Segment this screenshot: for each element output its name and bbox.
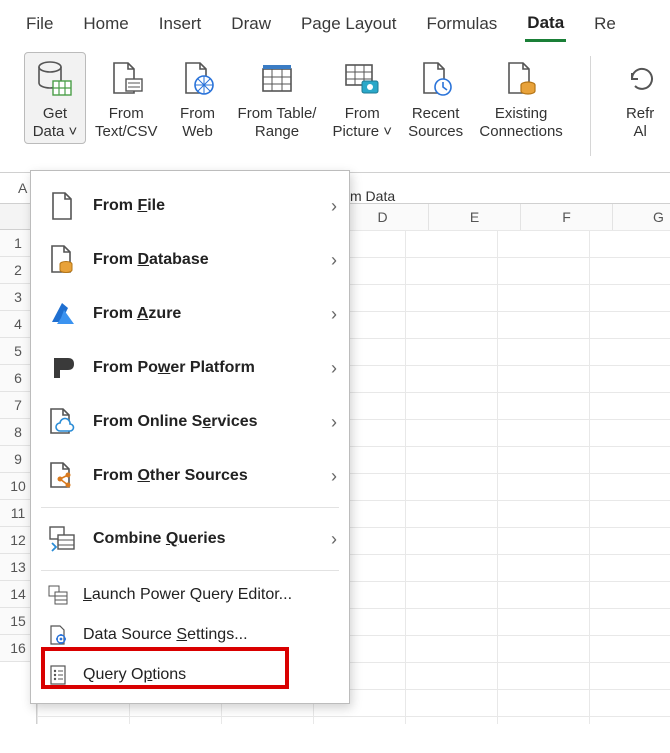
from-table-range-button[interactable]: From Table/Range	[231, 52, 324, 144]
ribbon: GetData ˅ FromText/CSV	[0, 44, 670, 172]
ribbon-group-label: m Data	[350, 188, 395, 204]
tab-file[interactable]: File	[24, 4, 55, 40]
get-data-menu: From File › From Database › From Azure ›…	[30, 170, 350, 704]
tab-formulas[interactable]: Formulas	[424, 4, 499, 40]
menu-from-online-services[interactable]: From Online Services ›	[31, 395, 349, 449]
from-picture-button[interactable]: FromPicture ˅	[325, 52, 399, 144]
menu-combine-queries[interactable]: Combine Queries ›	[31, 512, 349, 566]
menu-from-file[interactable]: From File ›	[31, 179, 349, 233]
tab-data[interactable]: Data	[525, 3, 566, 42]
pq-editor-icon	[47, 584, 69, 606]
col-header[interactable]: G	[613, 204, 670, 230]
refresh-all-button[interactable]: RefrAl	[611, 52, 669, 144]
tab-review-cut[interactable]: Re	[592, 4, 618, 40]
other-sources-icon	[47, 460, 79, 492]
col-header[interactable]: E	[429, 204, 521, 230]
tab-home[interactable]: Home	[81, 4, 130, 40]
ribbon-tabs: File Home Insert Draw Page Layout Formul…	[0, 0, 670, 44]
get-data-label2: Data	[33, 123, 65, 140]
menu-data-source-settings[interactable]: Data Source Settings...	[31, 615, 349, 655]
chevron-right-icon: ›	[331, 412, 337, 433]
existing-connections-button[interactable]: ExistingConnections	[472, 52, 570, 144]
azure-icon	[47, 298, 79, 330]
chevron-right-icon: ›	[331, 466, 337, 487]
file-text-icon	[104, 57, 148, 101]
cloud-file-icon	[47, 406, 79, 438]
ribbon-group-get-transform: GetData ˅ FromText/CSV	[24, 52, 570, 144]
chevron-down-icon: ˅	[379, 123, 392, 140]
existing-connections-icon	[499, 57, 543, 101]
power-platform-icon	[47, 352, 79, 384]
database-file-icon	[47, 244, 79, 276]
recent-file-icon	[414, 57, 458, 101]
query-options-icon	[47, 664, 69, 686]
database-icon	[33, 57, 77, 101]
tab-draw[interactable]: Draw	[229, 4, 273, 40]
chevron-right-icon: ›	[331, 196, 337, 217]
chevron-right-icon: ›	[331, 529, 337, 550]
data-source-settings-icon	[47, 624, 69, 646]
ribbon-separator	[590, 56, 591, 156]
menu-query-options[interactable]: Query Options	[31, 655, 349, 695]
menu-separator	[41, 507, 339, 508]
file-icon	[47, 190, 79, 222]
menu-separator	[41, 570, 339, 571]
tab-page-layout[interactable]: Page Layout	[299, 4, 398, 40]
recent-sources-button[interactable]: RecentSources	[401, 52, 470, 144]
chevron-right-icon: ›	[331, 250, 337, 271]
table-icon	[255, 57, 299, 101]
col-header[interactable]: F	[521, 204, 613, 230]
col-header[interactable]: D	[337, 204, 429, 230]
chevron-right-icon: ›	[331, 304, 337, 325]
refresh-icon	[618, 57, 662, 101]
from-text-csv-button[interactable]: FromText/CSV	[88, 52, 165, 144]
menu-from-other-sources[interactable]: From Other Sources ›	[31, 449, 349, 503]
combine-queries-icon	[47, 523, 79, 555]
menu-from-power-platform[interactable]: From Power Platform ›	[31, 341, 349, 395]
picture-table-icon	[340, 57, 384, 101]
tab-insert[interactable]: Insert	[157, 4, 204, 40]
menu-from-database[interactable]: From Database ›	[31, 233, 349, 287]
name-box[interactable]: A	[18, 180, 27, 196]
menu-launch-power-query-editor[interactable]: Launch Power Query Editor...	[31, 575, 349, 615]
chevron-down-icon: ˅	[64, 123, 77, 140]
from-web-button[interactable]: FromWeb	[167, 52, 229, 144]
menu-from-azure[interactable]: From Azure ›	[31, 287, 349, 341]
get-data-label1: Get	[43, 105, 67, 122]
get-data-button[interactable]: GetData ˅	[24, 52, 86, 144]
chevron-right-icon: ›	[331, 358, 337, 379]
globe-file-icon	[176, 57, 220, 101]
